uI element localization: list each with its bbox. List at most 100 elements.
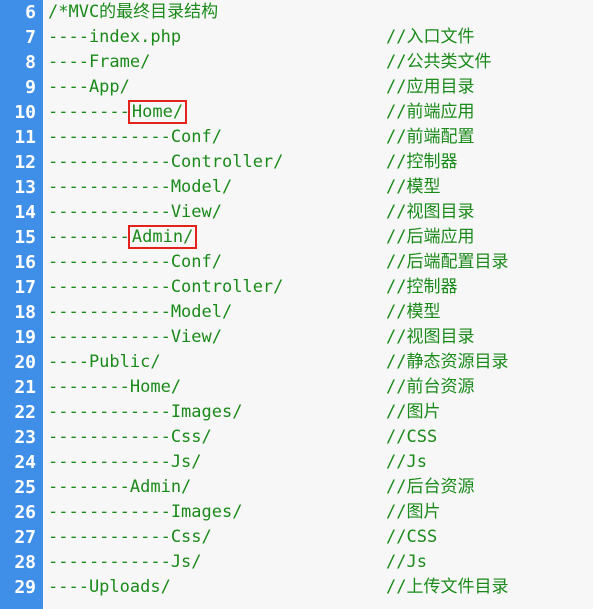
highlighted-folder-home: Home/ [127,100,188,124]
code-line: 23 ------------Css/ //CSS [0,425,593,450]
line-number: 20 [14,352,36,373]
code-line: 6 /*MVC的最终目录结构 [0,0,593,25]
line-comment: //后端应用 [386,227,475,247]
path-dashes: -------- [48,227,130,247]
code-text: /*MVC的最终目录结构 [48,2,219,22]
code-line: 29 ----Uploads/ //上传文件目录 [0,575,593,600]
line-comment: //图片 [386,502,441,522]
line-number: 12 [14,152,36,173]
line-comment: //后台资源 [386,477,475,497]
line-comment: //视图目录 [386,202,475,222]
directory-path: ------------Conf/ [48,252,222,272]
directory-path: ----index.php [48,27,182,47]
line-comment: //控制器 [386,277,458,297]
code-line: 19 ------------View/ //视图目录 [0,325,593,350]
line-comment: //Js [386,552,427,572]
line-comment: //后端配置目录 [386,252,509,272]
directory-path: ------------Js/ [48,452,202,472]
directory-path: ------------View/ [48,202,222,222]
line-number: 17 [14,277,36,298]
path-dashes: -------- [48,102,130,122]
line-number: 7 [25,27,36,48]
directory-path: ------------Model/ [48,177,233,197]
line-comment: //视图目录 [386,327,475,347]
code-line: 12 ------------Controller/ //控制器 [0,150,593,175]
line-number: 10 [14,102,36,123]
line-number: 29 [14,577,36,598]
line-number: 15 [14,227,36,248]
directory-path: ----Frame/ [48,52,151,72]
line-number: 19 [14,327,36,348]
line-comment: //模型 [386,177,441,197]
code-line: 10 -------- Home/ //前端应用 [0,100,593,125]
code-line: 9 ----App/ //应用目录 [0,75,593,100]
directory-path: ----Uploads/ [48,577,171,597]
line-comment: //CSS [386,427,438,447]
code-editor: 6 /*MVC的最终目录结构 7 ----index.php //入口文件 8 … [0,0,593,609]
line-comment: //前端配置 [386,127,475,147]
line-comment: //前端应用 [386,102,475,122]
line-number: 27 [14,527,36,548]
code-line: 28 ------------Js/ //Js [0,550,593,575]
code-line: 7 ----index.php //入口文件 [0,25,593,50]
line-comment: //Js [386,452,427,472]
code-line: 13 ------------Model/ //模型 [0,175,593,200]
directory-path: ------------Controller/ [48,277,284,297]
code-line: 21 --------Home/ //前台资源 [0,375,593,400]
line-comment: //应用目录 [386,77,475,97]
directory-path: ------------Controller/ [48,152,284,172]
directory-path: --------Home/ [48,100,188,125]
code-line: 15 -------- Admin/ //后端应用 [0,225,593,250]
line-number: 9 [25,77,36,98]
code-line: 8 ----Frame/ //公共类文件 [0,50,593,75]
line-comment: //上传文件目录 [386,577,509,597]
code-line: 11 ------------Conf/ //前端配置 [0,125,593,150]
line-number: 16 [14,252,36,273]
directory-path: ----App/ [48,77,130,97]
code-line: 24 ------------Js/ //Js [0,450,593,475]
highlighted-folder-admin: Admin/ [127,225,198,249]
code-line: 22 ------------Images/ //图片 [0,400,593,425]
line-comment: //图片 [386,402,441,422]
code-line: 17 ------------Controller/ //控制器 [0,275,593,300]
line-number: 8 [25,52,36,73]
line-comment: //模型 [386,302,441,322]
line-number: 24 [14,452,36,473]
directory-path: ------------View/ [48,327,222,347]
directory-path: ------------Css/ [48,527,212,547]
line-number: 21 [14,377,36,398]
code-line: 16 ------------Conf/ //后端配置目录 [0,250,593,275]
line-comment: //CSS [386,527,438,547]
line-comment: //前台资源 [386,377,475,397]
line-number: 18 [14,302,36,323]
directory-path: --------Home/ [48,377,182,397]
line-number: 28 [14,552,36,573]
line-number: 22 [14,402,36,423]
line-comment: //公共类文件 [386,52,492,72]
directory-path: ----Public/ [48,352,161,372]
line-number: 6 [25,2,36,23]
code-line: 18 ------------Model/ //模型 [0,300,593,325]
line-number: 14 [14,202,36,223]
directory-path: ------------Conf/ [48,127,222,147]
directory-path: ------------Images/ [48,402,243,422]
line-number: 23 [14,427,36,448]
code-line: 27 ------------Css/ //CSS [0,525,593,550]
code-line: 20 ----Public/ //静态资源目录 [0,350,593,375]
line-number: 11 [14,127,36,148]
directory-path: --------Admin/ [48,477,192,497]
directory-path: ------------Model/ [48,302,233,322]
line-number: 26 [14,502,36,523]
directory-path: ------------Js/ [48,552,202,572]
line-comment: //静态资源目录 [386,352,509,372]
line-number: 13 [14,177,36,198]
line-comment: //入口文件 [386,27,475,47]
code-line: 26 ------------Images/ //图片 [0,500,593,525]
code-line: 25 --------Admin/ //后台资源 [0,475,593,500]
line-number: 25 [14,477,36,498]
directory-path: --------Admin/ [48,225,198,250]
line-comment: //控制器 [386,152,458,172]
code-line: 14 ------------View/ //视图目录 [0,200,593,225]
directory-path: ------------Images/ [48,502,243,522]
directory-path: ------------Css/ [48,427,212,447]
